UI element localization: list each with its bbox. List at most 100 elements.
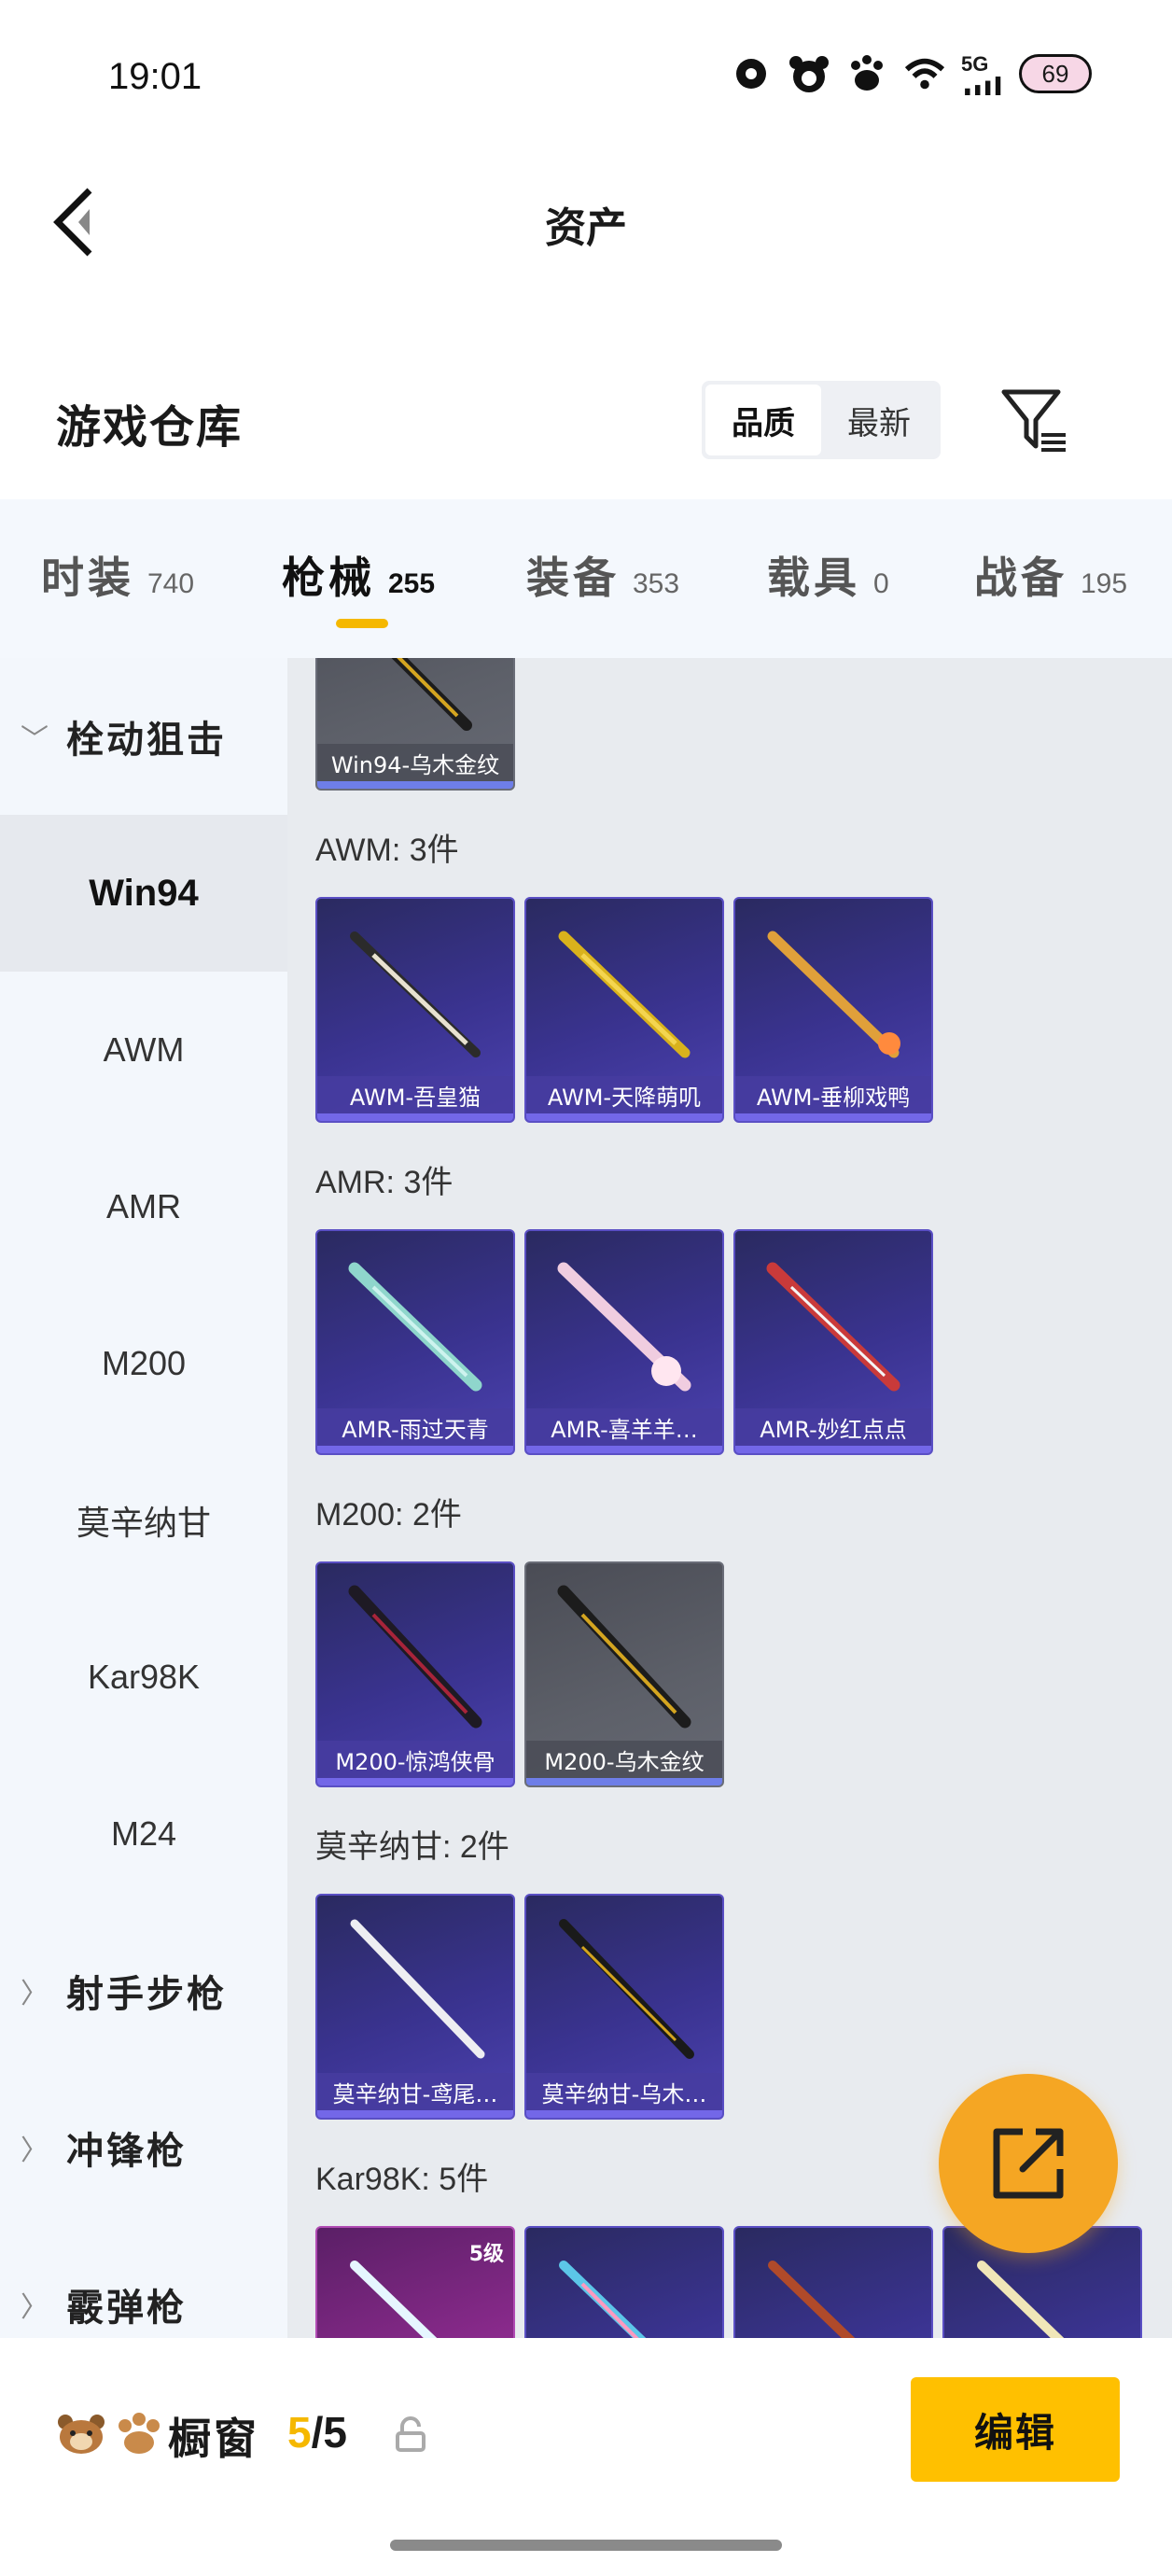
skin-name: 莫辛纳甘-鸢尾… (317, 2073, 513, 2110)
tab-vehicles[interactable]: 载具 0 (767, 544, 889, 606)
tab-label: 载具 (767, 553, 860, 603)
page-title: 资产 (545, 204, 627, 252)
app-header: 资产 (0, 159, 1172, 280)
skin-card[interactable]: 莫辛纳甘-乌木… (524, 1894, 724, 2120)
group-title-amr: AMR: 3件 (315, 1165, 453, 1200)
rarity-bar (735, 1446, 931, 1453)
group-title-mosin: 莫辛纳甘: 2件 (315, 1829, 509, 1865)
weapon-type-sidebar: ﹀ 栓动狙击 Win94 AWM AMR M200 莫辛纳甘 Kar98K M2… (0, 658, 287, 2338)
rarity-bar (317, 1446, 513, 1453)
rarity-bar (526, 1446, 722, 1453)
tab-label: 装备 (526, 553, 620, 603)
sidebar-category-label: 霰弹枪 (66, 2287, 187, 2330)
tab-fashion[interactable]: 时装 740 (41, 544, 194, 606)
skin-card[interactable]: AWM-天降萌叽 (524, 897, 724, 1123)
group-title-m200: M200: 2件 (315, 1497, 462, 1533)
skin-name: AMR-妙红点点 (735, 1408, 931, 1446)
signal-icon: 5G (961, 52, 1004, 95)
status-time: 19:01 (108, 56, 202, 97)
sort-latest-button[interactable]: 最新 (821, 385, 937, 455)
sidebar-category-shotgun[interactable]: 〉 霰弹枪 (21, 2226, 187, 2338)
skin-card[interactable]: M200-乌木金纹 (524, 1561, 724, 1787)
tab-firearms[interactable]: 枪械 255 (282, 544, 435, 606)
rifle-image-icon (391, 658, 472, 731)
status-icons: 5G 69 (730, 52, 1092, 95)
sidebar-item-awm[interactable]: AWM (0, 972, 287, 1128)
share-button[interactable] (939, 2074, 1118, 2253)
tab-count: 255 (388, 568, 436, 599)
skin-card[interactable] (524, 2226, 724, 2338)
rarity-bar (317, 1778, 513, 1785)
showcase-icons (56, 2411, 162, 2456)
skin-card[interactable]: 莫辛纳甘-鸢尾… (315, 1894, 515, 2120)
skin-card[interactable]: AMR-妙红点点 (733, 1229, 933, 1455)
rarity-bar (317, 781, 513, 789)
chevron-down-icon: ﹀ (21, 723, 51, 756)
sidebar-category-label: 射手步枪 (66, 1973, 227, 2016)
rifle-image-icon (766, 1262, 900, 1392)
tab-label: 战备 (974, 553, 1067, 603)
rifle-image-icon (350, 931, 481, 1057)
group-title-awm: AWM: 3件 (315, 833, 459, 868)
sort-toggle: 品质 最新 (702, 381, 941, 459)
sidebar-item-mosin[interactable]: 莫辛纳甘 (0, 1442, 287, 1599)
flower-notification-icon (730, 52, 773, 95)
rarity-bar (317, 2110, 513, 2118)
category-tabs: 时装 740 枪械 255 装备 353 载具 0 战备 195 (0, 499, 1172, 658)
tab-equipment[interactable]: 装备 353 (526, 544, 679, 606)
skin-name: M200-乌木金纹 (526, 1741, 722, 1778)
sidebar-category-bolt-action[interactable]: ﹀ 栓动狙击 (21, 658, 227, 815)
sort-quality-button[interactable]: 品质 (705, 385, 821, 455)
rifle-image-icon (559, 2261, 647, 2338)
skin-card[interactable]: M200-惊鸿侠骨 (315, 1561, 515, 1787)
skin-name: M200-惊鸿侠骨 (317, 1741, 513, 1778)
tab-count: 740 (147, 568, 195, 599)
rarity-bar (526, 2110, 722, 2118)
skin-card[interactable]: Win94-乌木金纹 (315, 658, 515, 791)
skin-name: AWM-垂柳戏鸭 (735, 1076, 931, 1113)
tab-supplies[interactable]: 战备 195 (974, 544, 1127, 606)
tab-count: 353 (633, 568, 680, 599)
filter-button[interactable] (1000, 386, 1069, 455)
chevron-right-icon: 〉 (21, 2291, 51, 2324)
sidebar-category-label: 栓动狙击 (66, 719, 227, 762)
skin-card[interactable]: AMR-喜羊羊… (524, 1229, 724, 1455)
sidebar-item-m200[interactable]: M200 (0, 1285, 287, 1442)
rarity-bar (526, 1113, 722, 1121)
rifle-image-icon (348, 1262, 482, 1392)
rifle-image-icon (350, 1919, 485, 2059)
skin-name: AWM-吾皇猫 (317, 1076, 513, 1113)
skin-level-badge: 5级 (468, 2243, 504, 2266)
tab-label: 枪械 (282, 553, 375, 603)
edit-button[interactable]: 编辑 (911, 2377, 1120, 2482)
skin-card[interactable]: AWM-吾皇猫 (315, 897, 515, 1123)
rifle-image-icon (348, 1585, 482, 1729)
sidebar-category-smg[interactable]: 〉 冲锋枪 (21, 2069, 187, 2226)
filter-icon (1001, 389, 1066, 452)
rifle-image-icon (559, 1919, 694, 2059)
sidebar-item-amr[interactable]: AMR (0, 1128, 287, 1285)
chevron-right-icon: 〉 (21, 1978, 51, 2010)
showcase-bar: 橱窗 5/5 编辑 (0, 2338, 1172, 2576)
home-indicator (390, 2540, 782, 2551)
skin-name: AWM-天降萌叽 (526, 1076, 722, 1113)
paw-notification-icon (845, 52, 888, 95)
skin-card[interactable]: AMR-雨过天青 (315, 1229, 515, 1455)
wifi-icon (903, 52, 946, 95)
skin-card[interactable]: 5级 (315, 2226, 515, 2338)
group-title-kar98k: Kar98K: 5件 (315, 2162, 489, 2197)
skin-name: 莫辛纳甘-乌木… (526, 2073, 722, 2110)
tab-count: 195 (1081, 568, 1128, 599)
sidebar-item-win94[interactable]: Win94 (0, 815, 287, 972)
battery-indicator: 69 (1019, 54, 1092, 93)
chevron-right-icon: 〉 (21, 2135, 51, 2167)
showcase-count-total: 5 (323, 2408, 347, 2457)
bear-face-icon (58, 2415, 105, 2454)
sidebar-item-m24[interactable]: M24 (0, 1756, 287, 1912)
rarity-bar (526, 1778, 722, 1785)
active-tab-indicator (336, 619, 388, 628)
skin-card[interactable]: AWM-垂柳戏鸭 (733, 897, 933, 1123)
skin-card[interactable] (733, 2226, 933, 2338)
sidebar-item-kar98k[interactable]: Kar98K (0, 1599, 287, 1756)
sidebar-category-marksman[interactable]: 〉 射手步枪 (21, 1912, 227, 2069)
